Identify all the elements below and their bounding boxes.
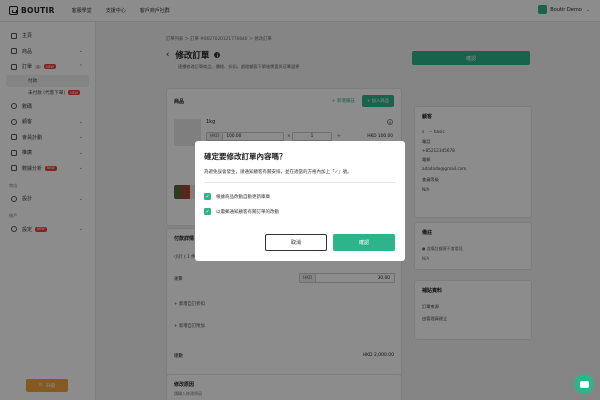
chat-button[interactable] [574,374,594,394]
checkbox-checked-icon[interactable]: ✓ [204,208,211,215]
modal-divider [204,182,396,183]
confirm-button[interactable]: 確認 [333,234,395,251]
notify-customer-label: 以電郵通知顧客有關訂單的改動 [216,209,279,215]
update-stock-label: 根據商品改動自動更新庫庫 [216,194,270,200]
modal-title: 確定要修改訂單內容嗎？ [204,152,287,161]
checkbox-checked-icon[interactable]: ✓ [204,193,211,200]
confirm-modal: 確定要修改訂單內容嗎？ 為避免誤會發生，請通知顧客有關安排，並在適當的方格內加上… [195,141,405,261]
chat-bubble-icon [579,380,589,388]
update-stock-checkbox-row[interactable]: ✓ 根據商品改動自動更新庫庫 [204,193,270,200]
cancel-button[interactable]: 取消 [265,234,327,251]
notify-customer-checkbox-row[interactable]: ✓ 以電郵通知顧客有關訂單的改動 [204,208,279,215]
modal-description: 為避免誤會發生，請通知顧客有關安排，並在適當的方格內加上「✓」號。 [204,170,352,175]
